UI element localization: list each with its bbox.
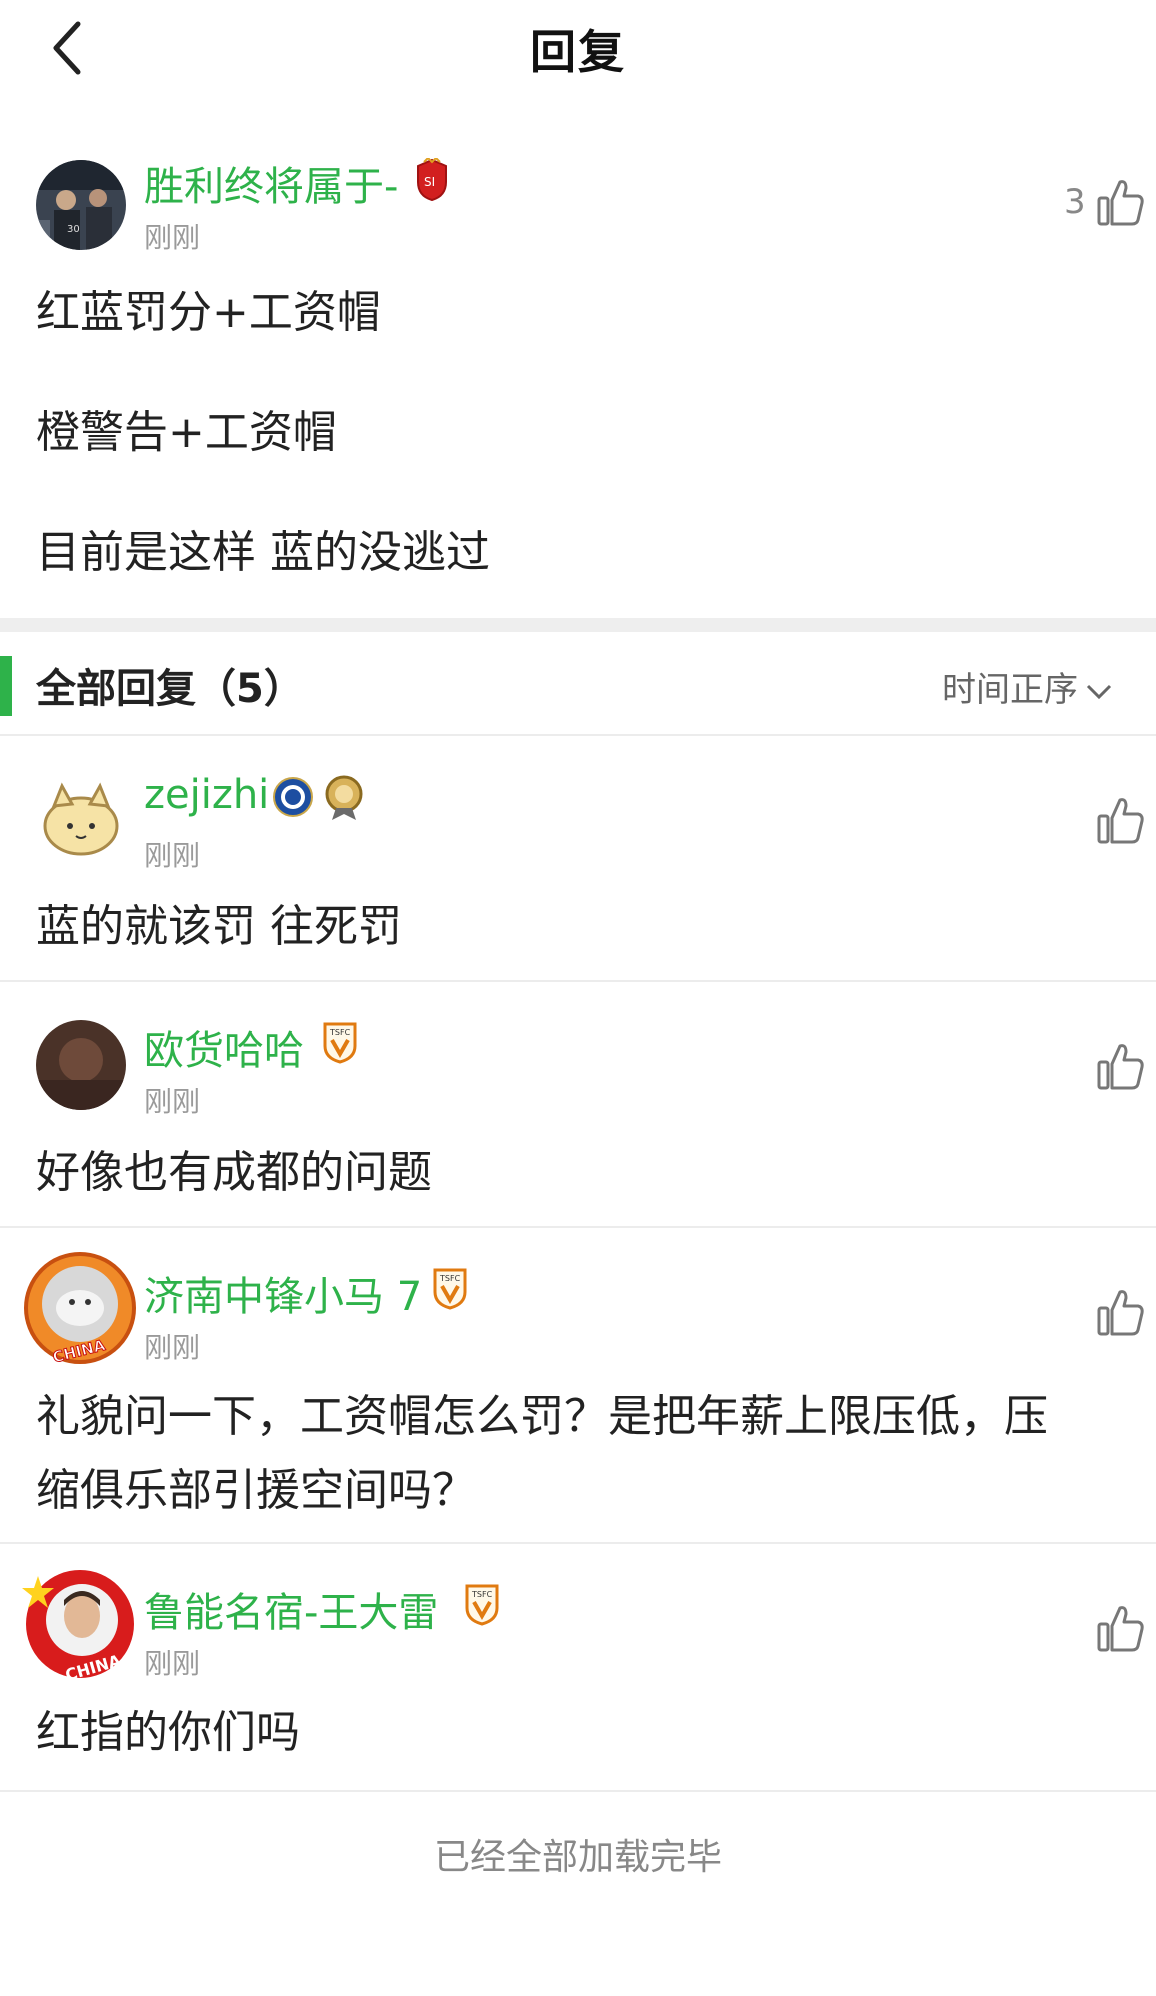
replies-header: 全部回复（5） 时间正序	[0, 632, 1156, 732]
like-button[interactable]	[1096, 1602, 1146, 1654]
username[interactable]: 欧货哈哈	[144, 1018, 304, 1076]
section-divider	[0, 618, 1156, 632]
team-badge-icon: TSFC	[322, 1018, 358, 1068]
like-button[interactable]	[1096, 1286, 1146, 1338]
chevron-down-icon	[1086, 684, 1112, 699]
team-badge-icon: TSFC	[432, 1264, 468, 1314]
page-title: 回复	[530, 25, 626, 79]
reply-text: 蓝的就该罚 往死罚	[36, 901, 402, 952]
like-button[interactable]	[1096, 176, 1146, 228]
team-badge-icon: TSFC	[464, 1580, 500, 1630]
reply-text: 红指的你们吗	[36, 1707, 300, 1758]
divider	[0, 1790, 1156, 1792]
thumbs-up-icon	[1097, 180, 1144, 226]
thumbs-up-icon	[1097, 1606, 1144, 1652]
post-line: 橙警告+工资帽	[36, 407, 337, 458]
avatar[interactable]: CHINA	[22, 1250, 138, 1367]
username[interactable]: 济南中锋小马 7	[144, 1264, 422, 1322]
thumbs-up-icon	[1097, 1044, 1144, 1090]
like-button[interactable]	[1096, 1040, 1146, 1092]
replies-title: 全部回复（5）	[36, 666, 304, 712]
top-nav-bar: 回复	[0, 0, 1156, 100]
svg-text:30: 30	[67, 224, 80, 235]
avatar[interactable]: 30	[36, 160, 126, 250]
username[interactable]: 鲁能名宿-王大雷	[144, 1580, 438, 1638]
timestamp: 刚刚	[144, 1647, 201, 1680]
sort-label: 时间正序	[942, 670, 1078, 710]
svg-text:TSFC: TSFC	[439, 1274, 461, 1283]
svg-text:TSFC: TSFC	[329, 1028, 351, 1037]
team-badge-icon: SI	[414, 156, 450, 206]
club-crest-icon	[272, 776, 314, 822]
post-line: 目前是这样 蓝的没逃过	[36, 527, 490, 578]
sort-dropdown[interactable]: 时间正序	[942, 662, 1114, 711]
timestamp: 刚刚	[144, 221, 201, 254]
reply-text: 好像也有成都的问题	[36, 1147, 432, 1198]
timestamp: 刚刚	[144, 1331, 201, 1364]
thumbs-up-icon	[1097, 798, 1144, 844]
username[interactable]: zejizhi	[144, 772, 269, 818]
svg-text:SI: SI	[424, 175, 435, 189]
thumbs-up-icon	[1097, 1290, 1144, 1336]
avatar[interactable]	[36, 774, 126, 864]
timestamp: 刚刚	[144, 839, 201, 872]
like-button[interactable]	[1096, 794, 1146, 846]
accent-bar	[0, 656, 12, 716]
divider	[0, 734, 1156, 736]
reply-text: 缩俱乐部引援空间吗？	[36, 1465, 476, 1516]
divider	[0, 1226, 1156, 1228]
post-line: 红蓝罚分+工资帽	[36, 287, 381, 338]
timestamp: 刚刚	[144, 1085, 201, 1118]
svg-text:TSFC: TSFC	[471, 1590, 493, 1599]
medal-icon	[324, 774, 364, 824]
username[interactable]: 胜利终将属于-	[144, 154, 398, 212]
avatar[interactable]	[36, 1020, 126, 1110]
reply-text: 礼貌问一下，工资帽怎么罚？是把年薪上限压低，压	[36, 1391, 1048, 1442]
like-count: 3	[1064, 182, 1086, 222]
end-of-list-text: 已经全部加载完毕	[433, 1837, 722, 1878]
divider	[0, 1542, 1156, 1544]
avatar[interactable]: CHINA	[20, 1566, 138, 1685]
divider	[0, 980, 1156, 982]
